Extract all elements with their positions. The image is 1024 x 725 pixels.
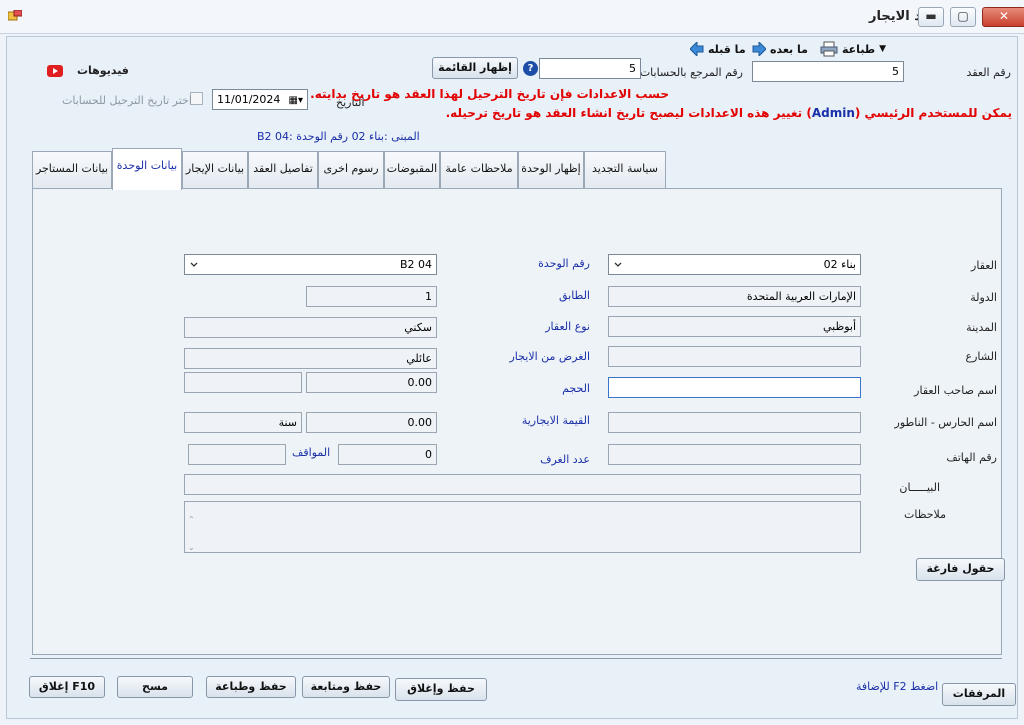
ref-no-label: رقم المرجع بالحسابات xyxy=(639,66,743,79)
close-f10-button[interactable]: إغلاق F10 xyxy=(29,676,105,698)
calendar-icon: ▦▾ xyxy=(288,95,303,106)
arrow-right-icon xyxy=(752,42,766,56)
youtube-icon xyxy=(47,64,63,77)
street-field[interactable] xyxy=(608,346,861,367)
property-type-field[interactable]: سكني xyxy=(184,317,437,338)
rooms-field[interactable]: 0 xyxy=(338,444,437,465)
unit-no-select[interactable]: B2 04 xyxy=(184,254,437,275)
guard-name-field[interactable] xyxy=(608,412,861,433)
show-list-button[interactable]: إظهار القائمة xyxy=(432,57,518,79)
minimize-button[interactable]: ▬ xyxy=(918,7,944,27)
tab-contract-details[interactable]: تفاصيل العقد xyxy=(248,151,318,190)
chevron-down-icon xyxy=(614,262,622,267)
attachments-button[interactable]: المرفقات xyxy=(942,683,1016,706)
property-type-label: نوع العقار xyxy=(545,320,590,333)
footer-separator xyxy=(30,658,1002,659)
clear-button[interactable]: مسح xyxy=(117,676,193,698)
f2-add-hint: اضغط F2 للإضافة xyxy=(856,680,939,693)
city-field[interactable]: أبوظبي xyxy=(608,316,861,337)
description-label: البيـــــان xyxy=(899,481,940,494)
country-field[interactable]: الإمارات العربية المتحدة xyxy=(608,286,861,307)
maximize-button[interactable]: ▢ xyxy=(950,7,976,27)
save-and-print-button[interactable]: حفظ وطباعة xyxy=(206,676,296,698)
unit-no-label: رقم الوحدة xyxy=(538,257,590,270)
tab-show-unit[interactable]: إظهار الوحدة xyxy=(518,151,584,190)
warning-line-2-part2: ) تغيير هذه الاعدادات ليصبح تاريخ انشاء … xyxy=(445,106,812,120)
notes-label: ملاحظات xyxy=(904,508,946,521)
rent-purpose-label: الغرض من الايجار xyxy=(509,350,591,363)
warning-line-1: حسب الاعدادات فإن تاريخ الترحيل لهذا الع… xyxy=(310,87,669,101)
warning-line-2: يمكن للمستخدم الرئيسي (Admin) تغيير هذه … xyxy=(446,106,1012,120)
rent-value-label: القيمة الايجارية xyxy=(521,414,590,427)
date-picker[interactable]: 11/01/2024 ▦▾ xyxy=(212,89,308,110)
owner-name-label: اسم صاحب العقار xyxy=(914,384,997,397)
date-value: 11/01/2024 xyxy=(217,93,281,106)
help-icon[interactable]: ? xyxy=(523,61,538,76)
save-and-close-button[interactable]: حفظ وإغلاق xyxy=(395,678,487,701)
videos-label: فيديوهات xyxy=(77,64,129,77)
floor-label: الطابق xyxy=(558,289,590,302)
chevron-down-icon xyxy=(190,262,198,267)
posting-date-checkbox[interactable] xyxy=(190,92,203,105)
rent-value-field[interactable]: 0.00 xyxy=(306,412,437,433)
textarea-scrollbar[interactable]: ⌃ ⌄ xyxy=(188,506,195,562)
size-label: الحجم xyxy=(562,382,590,395)
warning-line-2-part1: يمكن للمستخدم الرئيسي ( xyxy=(854,106,1012,120)
building-unit-info: المبنى :بناء 02 رقم الوحدة :B2 04 xyxy=(257,130,420,143)
size-unit-field[interactable] xyxy=(184,372,302,393)
print-menu-button[interactable]: ▼ طباعة xyxy=(820,39,886,59)
size-field[interactable]: 0.00 xyxy=(306,372,437,393)
tab-rent-data[interactable]: بيانات الإيجار xyxy=(182,151,248,190)
description-field[interactable] xyxy=(184,474,861,495)
close-window-button[interactable]: ✕ xyxy=(982,7,1024,27)
unit-no-value: B2 04 xyxy=(399,258,432,271)
dropdown-arrow-icon: ▼ xyxy=(879,44,887,54)
arrow-left-icon xyxy=(690,42,704,56)
ref-no-field[interactable]: 5 xyxy=(539,58,641,79)
title-bar: عقد الايجار ▬ ▢ ✕ xyxy=(0,0,1024,34)
floor-field[interactable]: 1 xyxy=(306,286,437,307)
tab-general-notes[interactable]: ملاحظات عامة xyxy=(440,151,518,190)
parking-field[interactable] xyxy=(188,444,286,465)
admin-text: Admin xyxy=(811,106,855,120)
rooms-label: عدد الغرف xyxy=(540,453,590,466)
tab-strip: بيانات المستاجر بيانات الوحدة بيانات الإ… xyxy=(0,148,1024,190)
city-label: المدينة xyxy=(966,321,997,334)
contract-no-label: رقم العقد xyxy=(966,66,1011,79)
street-label: الشارع xyxy=(965,350,997,363)
phone-field[interactable] xyxy=(608,444,861,465)
phone-label: رقم الهاتف xyxy=(946,451,997,464)
contract-no-field[interactable]: 5 xyxy=(752,61,904,82)
tab-other-fees[interactable]: رسوم اخرى xyxy=(318,151,384,190)
notes-textarea[interactable]: ⌃ ⌄ xyxy=(184,501,861,553)
property-label: العقار xyxy=(971,259,997,272)
next-record-button[interactable]: ما بعده xyxy=(752,39,808,59)
print-label: طباعة xyxy=(842,42,876,56)
app-icon xyxy=(8,10,22,21)
posting-date-checkbox-label: اختر تاريخ الترحيل للحسابات xyxy=(62,94,192,107)
rent-period-field[interactable]: سنة xyxy=(184,412,302,433)
parking-label: المواقف xyxy=(292,446,331,459)
property-value: بناء 02 xyxy=(823,258,856,271)
tab-unit-data[interactable]: بيانات الوحدة xyxy=(112,148,182,190)
previous-record-button[interactable]: ما قبله xyxy=(690,39,746,59)
tab-tenant-data[interactable]: بيانات المستاجر xyxy=(32,151,112,190)
property-select[interactable]: بناء 02 xyxy=(608,254,861,275)
guard-name-label: اسم الحارس - الناطور xyxy=(894,416,997,429)
next-label: ما بعده xyxy=(770,42,808,56)
country-label: الدولة xyxy=(970,291,997,304)
videos-link[interactable]: فيديوهات xyxy=(47,64,129,77)
prev-label: ما قبله xyxy=(708,42,746,56)
owner-name-field[interactable] xyxy=(608,377,861,398)
save-and-continue-button[interactable]: حفظ ومتابعة xyxy=(302,676,390,698)
printer-icon xyxy=(820,41,838,57)
empty-fields-button[interactable]: حقول فارغة xyxy=(916,558,1005,581)
tab-renewal-policy[interactable]: سياسة التجديد xyxy=(584,151,666,190)
tab-receipts[interactable]: المقبوضات xyxy=(384,151,440,190)
rent-purpose-field[interactable]: عائلي xyxy=(184,348,437,369)
